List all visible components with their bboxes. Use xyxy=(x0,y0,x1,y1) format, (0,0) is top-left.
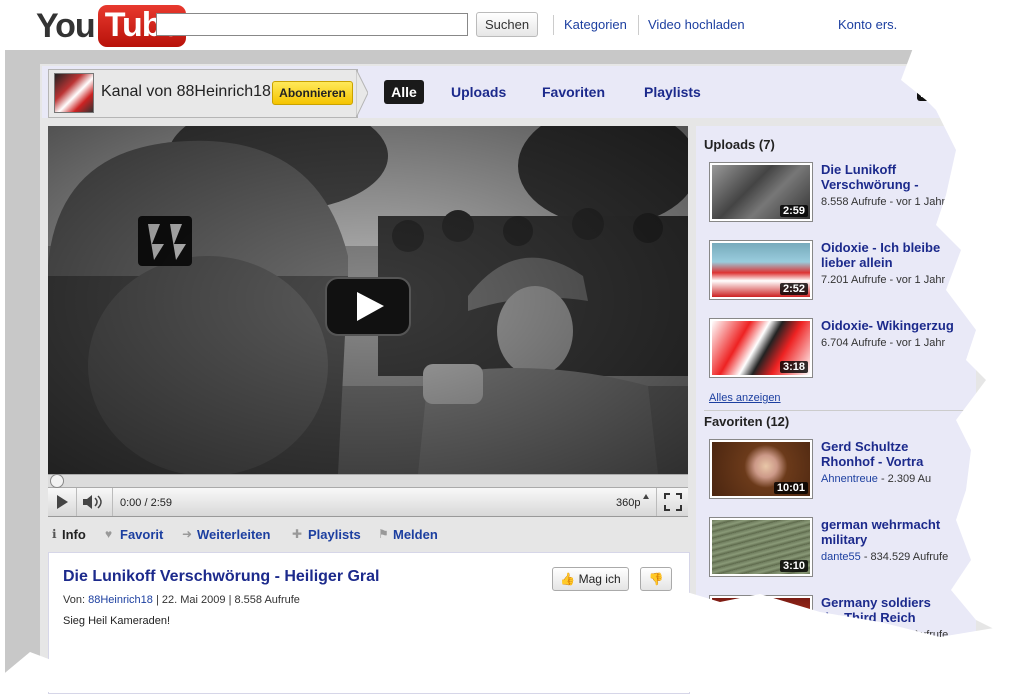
duration-badge: 10:01 xyxy=(773,482,808,494)
plus-icon: ✚ xyxy=(292,527,303,541)
upload-thumbnail-1[interactable]: 2:59 xyxy=(709,162,813,222)
duration-badge: 3:18 xyxy=(779,361,808,373)
upload-thumbnail-2[interactable]: 2:52 xyxy=(709,240,813,300)
divider xyxy=(553,15,554,35)
tab-share[interactable]: Weiterleiten xyxy=(197,527,270,542)
tab-playlists-info[interactable]: Playlists xyxy=(308,527,361,542)
upload-thumbnail-3[interactable]: 3:18 xyxy=(709,318,813,378)
tab-report[interactable]: Melden xyxy=(393,527,438,542)
scrub-handle[interactable] xyxy=(50,474,64,488)
play-icon[interactable] xyxy=(54,494,70,510)
duration-badge: 2:52 xyxy=(779,283,808,295)
search-input[interactable] xyxy=(156,13,468,36)
quality-up-icon xyxy=(643,494,649,499)
logo-you-text: You xyxy=(36,6,96,45)
arrow-right-icon: ➜ xyxy=(182,527,193,541)
favorite-title-2b[interactable]: military xyxy=(821,532,867,547)
divider xyxy=(112,488,113,516)
divider xyxy=(656,488,657,516)
divider xyxy=(76,488,77,516)
upload-title-1a[interactable]: Die Lunikoff xyxy=(821,162,896,177)
tab-playlists[interactable]: Playlists xyxy=(644,84,701,100)
progress-bar[interactable] xyxy=(48,474,688,488)
video-frame-image xyxy=(48,126,688,474)
favorites-heading: Favoriten (12) xyxy=(704,414,790,429)
tab-all[interactable]: Alle xyxy=(384,80,424,104)
create-account-link[interactable]: Konto ers. xyxy=(838,17,897,32)
show-all-link[interactable]: Alles anzeigen xyxy=(709,392,781,404)
favorite-user-2[interactable]: dante55 xyxy=(821,551,861,563)
upload-video-link[interactable]: Video hochladen xyxy=(648,17,745,32)
video-player[interactable] xyxy=(48,126,688,474)
torn-edge-bottom xyxy=(0,590,1016,692)
channel-avatar[interactable] xyxy=(54,73,94,113)
divider xyxy=(638,15,639,35)
fullscreen-icon[interactable] xyxy=(664,493,682,511)
volume-icon[interactable] xyxy=(82,494,106,510)
favorite-user-1[interactable]: Ahnentreue xyxy=(821,473,878,485)
flag-icon: ⚑ xyxy=(378,527,389,541)
heart-icon: ♥ xyxy=(105,527,113,541)
title-box-arrow xyxy=(356,69,368,118)
upload-title-2b[interactable]: lieber allein xyxy=(821,255,893,270)
top-bar: You Tube Suchen Kategorien Video hochlad… xyxy=(0,0,1016,50)
play-button-overlay[interactable] xyxy=(325,277,411,336)
categories-link[interactable]: Kategorien xyxy=(564,17,627,32)
favorite-thumbnail-2[interactable]: 3:10 xyxy=(709,517,813,577)
subscribe-button[interactable]: Abonnieren xyxy=(272,81,353,105)
search-button[interactable]: Suchen xyxy=(476,12,538,37)
tab-favorites[interactable]: Favoriten xyxy=(542,84,605,100)
channel-title: Kanal von 88Heinrich18 xyxy=(101,83,271,100)
info-icon: ℹ xyxy=(52,527,57,541)
player-controls: 0:00 / 2:59 360p xyxy=(48,488,688,517)
time-display: 0:00 / 2:59 xyxy=(120,497,172,509)
tab-uploads[interactable]: Uploads xyxy=(451,84,506,100)
tab-info[interactable]: Info xyxy=(62,527,86,542)
quality-selector[interactable]: 360p xyxy=(616,497,640,509)
favorite-thumbnail-1[interactable]: 10:01 xyxy=(709,439,813,499)
tab-favorite[interactable]: Favorit xyxy=(120,527,163,542)
uploads-heading: Uploads (7) xyxy=(704,137,775,152)
duration-badge: 3:10 xyxy=(779,560,808,572)
duration-badge: 2:59 xyxy=(779,205,808,217)
